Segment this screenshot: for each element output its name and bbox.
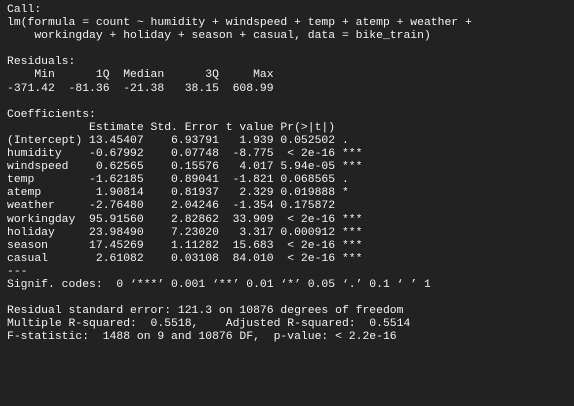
call-formula-line-1: lm(formula = count ~ humidity + windspee… <box>7 17 472 30</box>
call-header: Call: <box>7 4 42 16</box>
coefficient-row-holiday: holiday 23.98490 7.23020 3.317 0.000912 … <box>7 226 363 239</box>
coefficient-row-temp: temp -1.62185 0.89041 -1.821 0.068565 . <box>7 174 363 187</box>
separator-line: --- <box>7 265 28 278</box>
call-formula-line-2: workingday + holiday + season + casual, … <box>7 30 431 43</box>
residuals-values: -371.42 -81.36 -21.38 38.15 608.99 <box>7 82 281 95</box>
coefficients-column-headers: Estimate Std. Error t value Pr(>|t|) <box>7 121 363 134</box>
coefficient-row-casual: casual 2.61082 0.03108 84.010 < 2e-16 **… <box>7 252 363 265</box>
residuals-column-headers: Min 1Q Median 3Q Max <box>7 69 281 82</box>
coefficients-header: Coefficients: <box>7 108 96 121</box>
f-statistic-line: F-statistic: 1488 on 9 and 10876 DF, p-v… <box>7 331 397 344</box>
coefficient-row-humidity: humidity -0.67992 0.07748 -8.775 < 2e-16… <box>7 148 363 161</box>
coefficient-row-windspeed: windspeed 0.62565 0.15576 4.017 5.94e-05… <box>7 161 363 174</box>
coefficient-row-workingday: workingday 95.91560 2.82862 33.909 < 2e-… <box>7 213 363 226</box>
coefficient-row-weather: weather -2.76480 2.04246 -1.354 0.175872 <box>7 200 363 213</box>
r-squared-line: Multiple R-squared: 0.5518, Adjusted R-s… <box>7 318 418 331</box>
signif-codes-legend: Signif. codes: 0 ‘***’ 0.001 ‘**’ 0.01 ‘… <box>7 278 431 291</box>
coefficient-row-atemp: atemp 1.90814 0.81937 2.329 0.019888 * <box>7 187 363 200</box>
coefficient-row-season: season 17.45269 1.11282 15.683 < 2e-16 *… <box>7 239 363 252</box>
console-text-block: Call: lm(formula = count ~ humidity + win… <box>7 4 574 344</box>
residuals-header: Residuals: <box>7 56 76 69</box>
coefficient-row-intercept: (Intercept) 13.45407 6.93791 1.939 0.052… <box>7 134 363 147</box>
r-console-output-pane[interactable]: Call: lm(formula = count ~ humidity + win… <box>0 0 574 406</box>
residual-standard-error-line: Residual standard error: 121.3 on 10876 … <box>7 305 404 318</box>
